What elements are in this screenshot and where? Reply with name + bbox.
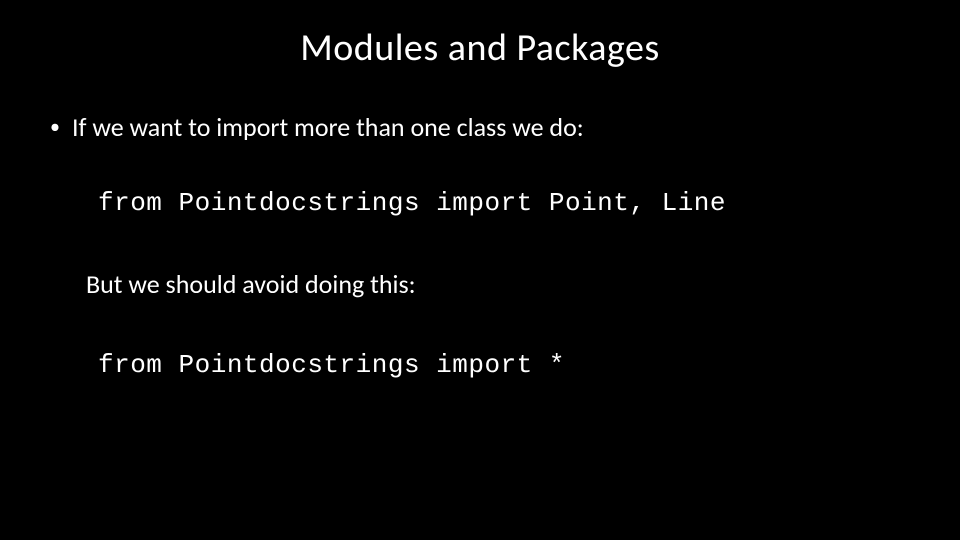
bullet-dot-icon: • bbox=[50, 111, 60, 143]
body-text-1: But we should avoid doing this: bbox=[86, 268, 910, 300]
code-line-1: from Pointdocstrings import Point, Line bbox=[98, 188, 910, 218]
slide-container: Modules and Packages • If we want to imp… bbox=[0, 0, 960, 540]
slide-title: Modules and Packages bbox=[50, 25, 910, 71]
bullet-text-1: If we want to import more than one class… bbox=[72, 111, 584, 143]
code-line-2: from Pointdocstrings import * bbox=[98, 350, 910, 380]
bullet-item-1: • If we want to import more than one cla… bbox=[50, 111, 910, 143]
